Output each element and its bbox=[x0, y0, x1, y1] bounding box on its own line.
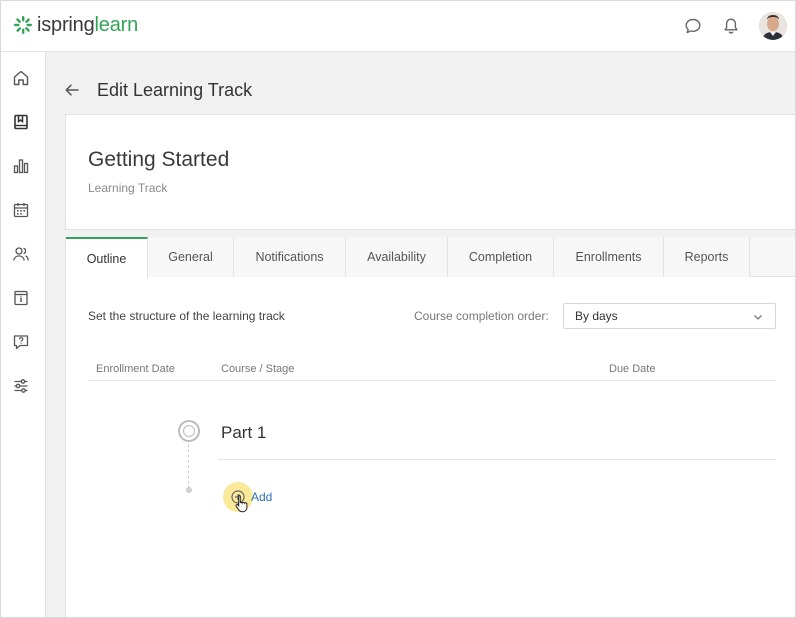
logo-text-learn: learn bbox=[94, 13, 139, 36]
column-header-due-date: Due Date bbox=[609, 363, 656, 375]
app-window: ispringlearn Edit Learning Track Getting… bbox=[0, 0, 796, 618]
track-title: Getting Started bbox=[88, 148, 230, 171]
stage-end-dot bbox=[186, 487, 192, 493]
page-title: Edit Learning Track bbox=[97, 79, 253, 100]
tab-enrollments[interactable]: Enrollments bbox=[554, 237, 664, 277]
column-header-enrollment-date: Enrollment Date bbox=[96, 363, 175, 375]
bell-icon[interactable] bbox=[721, 16, 741, 36]
tab-availability[interactable]: Availability bbox=[346, 237, 448, 277]
hand-cursor-icon bbox=[235, 494, 248, 513]
tab-reports[interactable]: Reports bbox=[664, 237, 750, 277]
tab-bar: Outline General Notifications Availabili… bbox=[66, 237, 795, 278]
completion-order-select[interactable]: By days bbox=[563, 303, 776, 329]
users-icon[interactable] bbox=[11, 244, 31, 264]
tab-completion[interactable]: Completion bbox=[448, 237, 554, 277]
question-icon[interactable] bbox=[11, 332, 31, 352]
back-arrow-icon[interactable] bbox=[64, 82, 80, 98]
column-header-divider bbox=[88, 380, 776, 381]
ispring-flower-icon bbox=[14, 16, 32, 34]
logo-text-ispring: ispring bbox=[37, 13, 95, 36]
stage-divider bbox=[218, 459, 776, 460]
tab-general[interactable]: General bbox=[148, 237, 234, 277]
completion-order-value: By days bbox=[575, 309, 618, 323]
chat-icon[interactable] bbox=[683, 16, 703, 36]
main-area: Edit Learning Track Getting Started Lear… bbox=[46, 52, 795, 617]
track-type-label: Learning Track bbox=[88, 181, 168, 195]
tab-outline[interactable]: Outline bbox=[66, 237, 148, 278]
user-avatar[interactable] bbox=[759, 12, 787, 40]
stage-title[interactable]: Part 1 bbox=[221, 423, 266, 443]
top-bar: ispringlearn bbox=[1, 1, 795, 52]
stage-marker-icon bbox=[178, 420, 200, 442]
stage-connector-line bbox=[188, 444, 189, 489]
logo[interactable]: ispringlearn bbox=[13, 13, 138, 37]
structure-description: Set the structure of the learning track bbox=[88, 309, 285, 323]
sidebar-nav bbox=[1, 52, 46, 617]
add-label: Add bbox=[251, 490, 273, 504]
tab-content-panel: Outline General Notifications Availabili… bbox=[65, 237, 795, 617]
track-summary-card: Getting Started Learning Track bbox=[65, 114, 795, 230]
calendar-icon[interactable] bbox=[11, 200, 31, 220]
home-icon[interactable] bbox=[11, 68, 31, 88]
completion-order-label: Course completion order: bbox=[414, 309, 549, 323]
column-header-course-stage: Course / Stage bbox=[221, 363, 295, 375]
page-header: Edit Learning Track bbox=[64, 78, 252, 102]
info-card-icon[interactable] bbox=[11, 288, 31, 308]
book-icon[interactable] bbox=[11, 112, 31, 132]
tab-notifications[interactable]: Notifications bbox=[234, 237, 346, 277]
settings-sliders-icon[interactable] bbox=[11, 376, 31, 396]
chevron-down-icon bbox=[754, 315, 762, 320]
reports-chart-icon[interactable] bbox=[11, 156, 31, 176]
